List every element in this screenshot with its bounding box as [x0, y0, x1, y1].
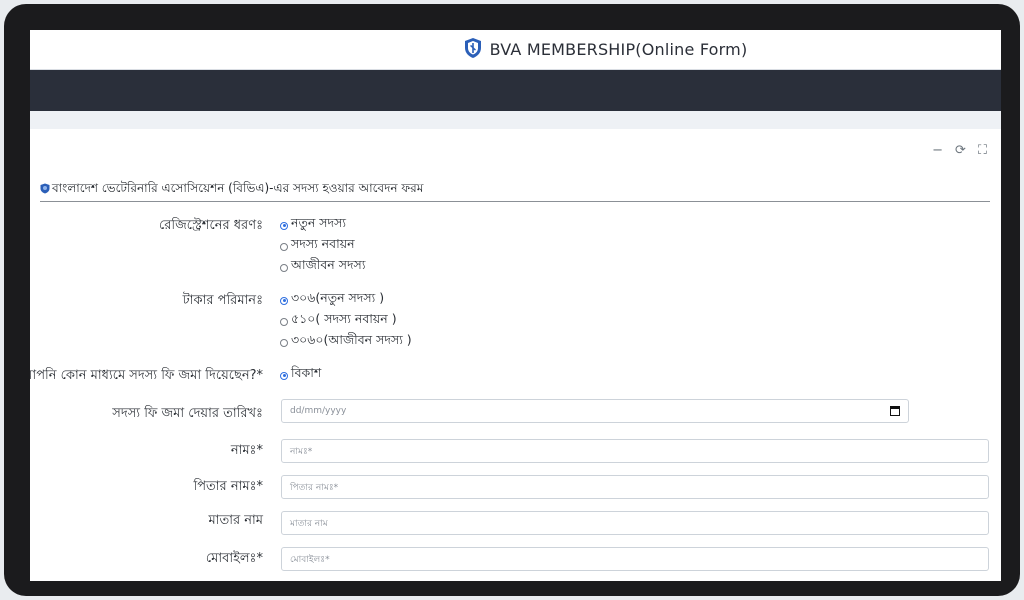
mobile-placeholder: মোবাইলঃ*: [290, 554, 330, 565]
mobile-input[interactable]: মোবাইলঃ*: [281, 547, 989, 571]
radio-option[interactable]: সদস্য নবায়ন: [280, 235, 365, 256]
father-name-label: পিতার নামঃ*: [193, 479, 263, 494]
bva-logo-icon: [464, 37, 482, 63]
amount-options: ৩০৬(নতুন সদস্য ) ৫১০( সদস্য নবায়ন ) ৩০৬…: [280, 289, 412, 352]
radio-option[interactable]: ৩০৬০(আজীবন সদস্য ): [280, 331, 412, 352]
date-placeholder: dd/mm/yyyy: [290, 406, 347, 416]
payment-date-label: সদস্য ফি জমা দেয়ার তারিখঃ: [112, 406, 263, 421]
radio-icon[interactable]: [280, 242, 288, 251]
app-title: BVA MEMBERSHIP(Online Form): [489, 40, 748, 59]
card-title: বাংলাদেশ ভেটেরিনারি এসোসিয়েশন (বিভিএ)-এ…: [40, 179, 990, 202]
mother-name-label: মাতার নাম: [208, 513, 263, 528]
radio-option[interactable]: ৩০৬(নতুন সদস্য ): [280, 289, 412, 310]
expand-icon[interactable]: ⛶: [978, 143, 987, 158]
father-name-input[interactable]: পিতার নামঃ*: [281, 475, 989, 499]
content-gap: [30, 111, 1001, 129]
mother-name-input[interactable]: মাতার নাম: [281, 511, 989, 535]
radio-label: ৩০৬০(আজীবন সদস্য ): [291, 331, 412, 347]
card-tools: − ⟳ ⛶: [932, 143, 987, 158]
radio-icon[interactable]: [280, 317, 288, 326]
radio-label: ৫১০( সদস্য নবায়ন ): [291, 310, 397, 326]
name-placeholder: নামঃ*: [290, 446, 313, 457]
registration-type-label: রেজিস্ট্রেশনের ধরণঃ: [158, 218, 263, 233]
mother-name-placeholder: মাতার নাম: [290, 518, 328, 529]
radio-selected-icon[interactable]: [280, 371, 288, 380]
radio-icon[interactable]: [280, 263, 288, 272]
name-input[interactable]: নামঃ*: [281, 439, 989, 463]
radio-icon[interactable]: [280, 338, 288, 347]
name-label: নামঃ*: [230, 443, 263, 458]
radio-label: ৩০৬(নতুন সদস্য ): [291, 289, 385, 305]
radio-label: নতুন সদস্য: [291, 214, 346, 230]
browser-viewport: BVA MEMBERSHIP(Online Form) − ⟳ ⛶ বাংলাদ…: [30, 30, 1001, 581]
payment-date-input[interactable]: dd/mm/yyyy: [281, 399, 909, 423]
payment-method-label: আপনি কোন মাধ্যমে সদস্য ফি জমা দিয়েছেন?*: [30, 368, 263, 383]
card-title-text: বাংলাদেশ ভেটেরিনারি এসোসিয়েশন (বিভিএ)-এ…: [52, 181, 424, 195]
minimize-icon[interactable]: −: [932, 143, 943, 158]
radio-option[interactable]: ৫১০( সদস্য নবায়ন ): [280, 310, 412, 331]
refresh-icon[interactable]: ⟳: [955, 143, 966, 158]
radio-option[interactable]: বিকাশ: [280, 364, 321, 385]
device-frame: BVA MEMBERSHIP(Online Form) − ⟳ ⛶ বাংলাদ…: [4, 4, 1020, 596]
navbar: [30, 70, 1001, 111]
payment-method-options: বিকাশ: [280, 364, 321, 385]
amount-label: টাকার পরিমানঃ: [182, 293, 263, 308]
calendar-icon[interactable]: [890, 406, 900, 416]
registration-type-options: নতুন সদস্য সদস্য নবায়ন আজীবন সদস্য: [280, 214, 365, 277]
radio-option[interactable]: আজীবন সদস্য: [280, 256, 365, 277]
radio-label: সদস্য নবায়ন: [291, 235, 355, 251]
mobile-label: মোবাইলঃ*: [205, 551, 263, 566]
shield-icon: [40, 183, 50, 197]
radio-label: বিকাশ: [291, 364, 322, 380]
app-header: BVA MEMBERSHIP(Online Form): [30, 30, 1001, 70]
radio-selected-icon[interactable]: [280, 296, 288, 305]
radio-selected-icon[interactable]: [280, 221, 288, 230]
radio-option[interactable]: নতুন সদস্য: [280, 214, 365, 235]
radio-label: আজীবন সদস্য: [291, 256, 366, 272]
father-name-placeholder: পিতার নামঃ*: [290, 482, 339, 493]
